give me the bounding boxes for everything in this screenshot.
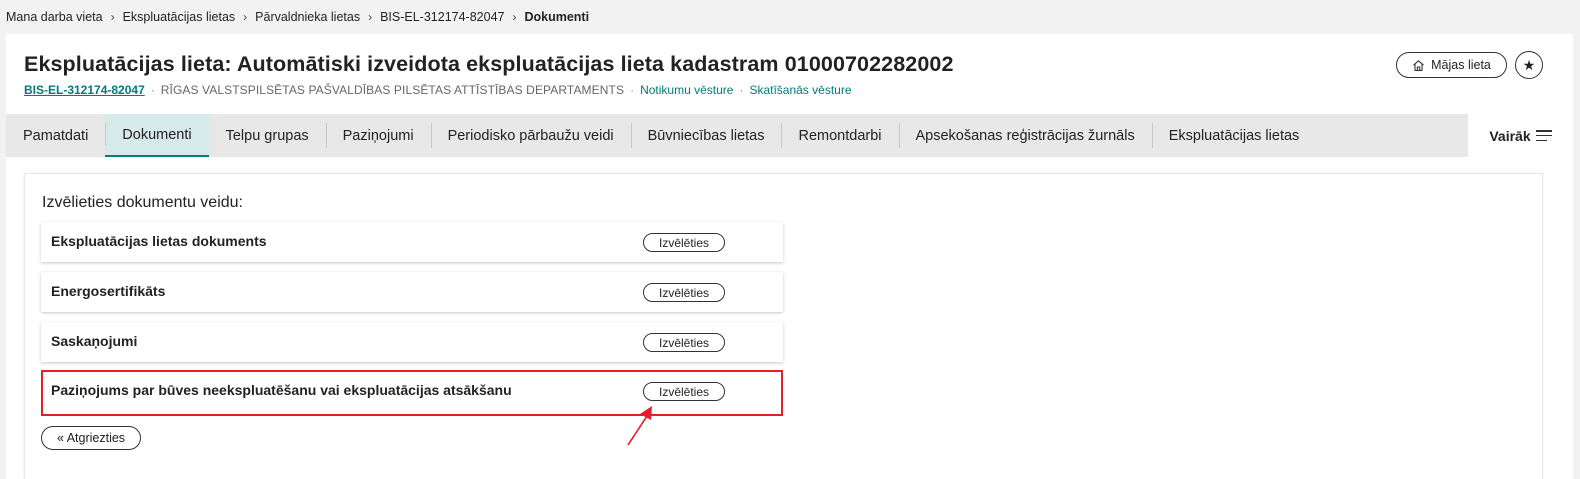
breadcrumb-item-manager-cases[interactable]: Pārvaldnieka lietas bbox=[255, 10, 360, 24]
tab-ekspluatacijas-lietas[interactable]: Ekspluatācijas lietas bbox=[1151, 114, 1317, 157]
main-card: Ekspluatācijas lieta: Automātiski izveid… bbox=[6, 34, 1573, 479]
case-id-link[interactable]: BIS-EL-312174-82047 bbox=[24, 83, 145, 97]
separator-dot: · bbox=[150, 83, 155, 97]
views-history-link[interactable]: Skatīšanās vēsture bbox=[749, 83, 851, 97]
back-button[interactable]: « Atgriezties bbox=[41, 426, 141, 450]
select-button[interactable]: Izvēlēties bbox=[643, 233, 725, 252]
case-meta: BIS-EL-312174-82047 · RĪGAS VALSTSPILSĒT… bbox=[24, 83, 954, 97]
tab-periodisko-parbauzu-veidi[interactable]: Periodisko pārbaužu veidi bbox=[430, 114, 631, 157]
document-type-panel: Izvēlieties dokumentu veidu: Ekspluatāci… bbox=[24, 173, 1543, 479]
separator-dot: · bbox=[739, 83, 744, 97]
more-tabs-label: Vairāk bbox=[1489, 127, 1531, 144]
tab-apsekosanas-zurnals[interactable]: Apsekošanas reģistrācijas žurnāls bbox=[898, 114, 1152, 157]
house-icon bbox=[1412, 59, 1425, 72]
house-case-label: Mājas lieta bbox=[1431, 58, 1491, 72]
menu-icon bbox=[1535, 130, 1552, 141]
document-option-row-highlighted: Paziņojums par būves neekspluatēšanu vai… bbox=[41, 370, 783, 416]
breadcrumb-item-workplace[interactable]: Mana darba vieta bbox=[6, 10, 103, 24]
breadcrumb-item-operation-cases[interactable]: Ekspluatācijas lietas bbox=[123, 10, 236, 24]
page-title: Ekspluatācijas lieta: Automātiski izveid… bbox=[24, 52, 954, 76]
more-tabs-button[interactable]: Vairāk bbox=[1468, 114, 1573, 157]
page-header: Ekspluatācijas lieta: Automātiski izveid… bbox=[24, 52, 954, 97]
separator-dot: · bbox=[630, 83, 635, 97]
document-option-label: Saskaņojumi bbox=[51, 333, 138, 349]
chevron-right-icon: › bbox=[512, 10, 517, 24]
breadcrumb-current: Dokumenti bbox=[524, 10, 590, 24]
tab-pazinojumi[interactable]: Paziņojumi bbox=[325, 114, 431, 157]
document-option-row: Ekspluatācijas lietas dokuments Izvēlēti… bbox=[41, 222, 783, 262]
tab-remontdarbi[interactable]: Remontdarbi bbox=[781, 114, 898, 157]
events-history-link[interactable]: Notikumu vēsture bbox=[640, 83, 733, 97]
house-case-button[interactable]: Mājas lieta bbox=[1396, 52, 1507, 78]
select-button[interactable]: Izvēlēties bbox=[643, 333, 725, 352]
document-option-label: Ekspluatācijas lietas dokuments bbox=[51, 233, 267, 249]
tab-dokumenti[interactable]: Dokumenti bbox=[105, 114, 209, 157]
organization-name: RĪGAS VALSTSPILSĒTAS PAŠVALDĪBAS PILSĒTA… bbox=[160, 83, 625, 97]
breadcrumb-item-case-id[interactable]: BIS-EL-312174-82047 bbox=[380, 10, 504, 24]
chevron-right-icon: › bbox=[110, 10, 115, 24]
favorite-button[interactable]: ★ bbox=[1515, 51, 1543, 79]
tab-pamatdati[interactable]: Pamatdati bbox=[6, 114, 105, 157]
star-icon: ★ bbox=[1522, 56, 1536, 73]
document-option-label: Energosertifikāts bbox=[51, 283, 166, 299]
breadcrumb: Mana darba vieta › Ekspluatācijas lietas… bbox=[6, 10, 589, 24]
tab-telpu-grupas[interactable]: Telpu grupas bbox=[209, 114, 326, 157]
chevron-right-icon: › bbox=[368, 10, 373, 24]
select-button[interactable]: Izvēlēties bbox=[643, 382, 725, 401]
document-option-label: Paziņojums par būves neekspluatēšanu vai… bbox=[51, 382, 512, 398]
tab-bar: Pamatdati Dokumenti Telpu grupas Paziņoj… bbox=[6, 114, 1573, 157]
document-option-row: Saskaņojumi Izvēlēties bbox=[41, 322, 783, 362]
select-button[interactable]: Izvēlēties bbox=[643, 283, 725, 302]
tab-buvniecibas-lietas[interactable]: Būvniecības lietas bbox=[630, 114, 782, 157]
panel-title: Izvēlieties dokumentu veidu: bbox=[42, 194, 243, 211]
document-option-row: Energosertifikāts Izvēlēties bbox=[41, 272, 783, 312]
chevron-right-icon: › bbox=[243, 10, 248, 24]
